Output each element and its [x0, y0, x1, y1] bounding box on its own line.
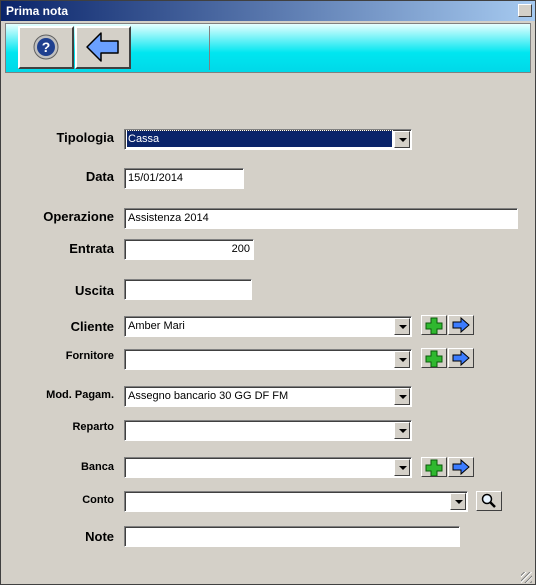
- conto-value: [127, 493, 448, 509]
- data-field[interactable]: 15/01/2014: [124, 168, 244, 189]
- data-label: Data: [85, 169, 114, 184]
- tipologia-dropdown-button[interactable]: [394, 131, 410, 148]
- tipologia-label: Tipologia: [56, 130, 114, 145]
- note-field[interactable]: [124, 526, 460, 547]
- prima-nota-window: Prima nota ? Tipologia Cassa Data 15/01/…: [0, 0, 536, 585]
- cliente-label: Cliente: [70, 319, 114, 334]
- arrow-right-icon: [452, 316, 470, 334]
- conto-dropdown-button[interactable]: [450, 493, 466, 510]
- operazione-field[interactable]: Assistenza 2014: [124, 208, 518, 229]
- mod-pagam-dropdown-button[interactable]: [394, 388, 410, 405]
- back-button[interactable]: [75, 26, 131, 69]
- resize-grip[interactable]: [521, 572, 532, 583]
- cliente-select[interactable]: Amber Mari: [124, 316, 412, 337]
- banca-select[interactable]: [124, 457, 412, 478]
- reparto-select[interactable]: [124, 420, 412, 441]
- mod-pagam-value: Assegno bancario 30 GG DF FM: [128, 390, 289, 402]
- close-button[interactable]: [518, 4, 532, 17]
- cliente-go-button[interactable]: [448, 315, 474, 335]
- plus-icon: [425, 317, 443, 335]
- banca-value: [127, 459, 392, 475]
- fornitore-add-button[interactable]: [421, 348, 447, 368]
- reparto-dropdown-button[interactable]: [394, 422, 410, 439]
- banca-go-button[interactable]: [448, 457, 474, 477]
- banca-add-button[interactable]: [421, 457, 447, 477]
- plus-icon: [425, 350, 443, 368]
- uscita-field[interactable]: [124, 279, 252, 300]
- fornitore-dropdown-button[interactable]: [394, 351, 410, 368]
- svg-text:?: ?: [42, 39, 51, 55]
- fornitore-go-button[interactable]: [448, 348, 474, 368]
- tipologia-select[interactable]: Cassa: [124, 129, 412, 150]
- toolbar: ?: [5, 23, 531, 73]
- conto-label: Conto: [82, 494, 114, 506]
- reparto-value: [127, 422, 392, 438]
- plus-icon: [425, 459, 443, 477]
- status-bar: [3, 571, 533, 584]
- cliente-value: Amber Mari: [128, 320, 185, 332]
- uscita-label: Uscita: [74, 283, 114, 298]
- cliente-dropdown-button[interactable]: [394, 318, 410, 335]
- arrow-right-icon: [452, 349, 470, 367]
- tipologia-value: Cassa: [126, 130, 393, 148]
- note-label: Note: [85, 529, 114, 544]
- mod-pagam-label: Mod. Pagam.: [46, 389, 114, 401]
- banca-label: Banca: [80, 461, 114, 473]
- entrata-field[interactable]: 200: [124, 239, 254, 260]
- fornitore-value: [127, 351, 392, 367]
- window-title: Prima nota: [6, 4, 69, 18]
- mod-pagam-select[interactable]: Assegno bancario 30 GG DF FM: [124, 386, 412, 407]
- fornitore-select[interactable]: [124, 349, 412, 370]
- toolbar-separator: [209, 26, 210, 70]
- cliente-add-button[interactable]: [421, 315, 447, 335]
- reparto-label: Reparto: [72, 421, 114, 433]
- operazione-label: Operazione: [43, 209, 114, 224]
- arrow-right-icon: [452, 458, 470, 476]
- entrata-label: Entrata: [69, 241, 114, 256]
- back-arrow-icon: [86, 32, 119, 62]
- conto-search-button[interactable]: [476, 491, 502, 511]
- search-icon: [481, 493, 496, 508]
- banca-dropdown-button[interactable]: [394, 459, 410, 476]
- fornitore-label: Fornitore: [65, 350, 114, 362]
- title-bar: Prima nota: [1, 1, 535, 21]
- conto-select[interactable]: [124, 491, 468, 512]
- help-button[interactable]: ?: [18, 26, 74, 69]
- help-icon: ?: [33, 34, 59, 60]
